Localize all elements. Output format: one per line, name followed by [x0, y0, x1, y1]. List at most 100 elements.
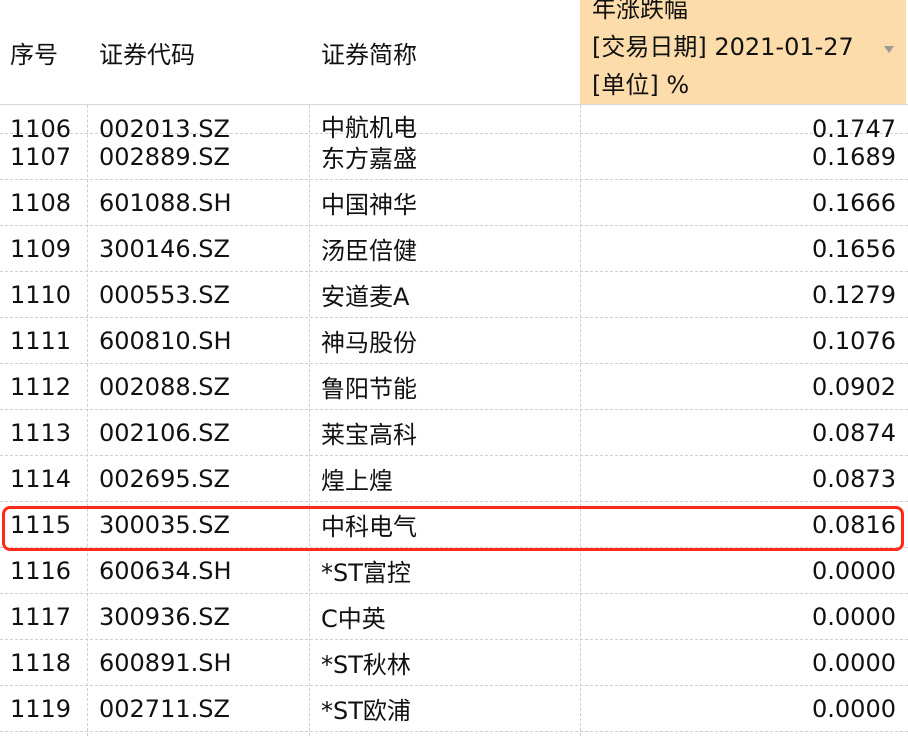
security-code-cell-text: 300936.SZ [99, 602, 230, 631]
security-code-cell-text: 002695.SZ [99, 464, 230, 493]
row-index-cell-text: 1112 [10, 372, 72, 401]
security-code-cell: 300035.SZ [99, 502, 230, 547]
header-metric-title: 年涨跌幅 [592, 0, 688, 23]
row-index-cell: 1119 [10, 686, 71, 731]
table-row[interactable]: 1107 002889.SZ 东方嘉盛 0.1689 [0, 134, 908, 180]
annual-change-cell-text: 0.1656 [812, 234, 896, 263]
table-row[interactable]: 1111 600810.SH 神马股份 0.1076 [0, 318, 908, 364]
security-name-cell-text: 东方嘉盛 [321, 145, 417, 173]
annual-change-cell: 0.0000 [812, 548, 896, 593]
table-row[interactable]: 1108 601088.SH 中国神华 0.1666 [0, 180, 908, 226]
security-name-cell-text: *ST秋林 [321, 651, 411, 679]
security-code-cell-text: 002889.SZ [99, 142, 230, 171]
table-row[interactable]: 1117 300936.SZ C中英 0.0000 [0, 594, 908, 640]
header-index-label: 序号 [10, 40, 58, 69]
data-table: 1106 002013.SZ 中航机电 0.1747 1107 002889.SZ 东方嘉盛… [0, 0, 908, 736]
table-row[interactable]: 1109 300146.SZ 汤臣倍健 0.1656 [0, 226, 908, 272]
header-code[interactable]: 证券代码 [99, 0, 309, 104]
dropdown-triangle-icon[interactable] [884, 46, 894, 53]
table-row[interactable]: 1118 600891.SH *ST秋林 0.0000 [0, 640, 908, 686]
security-name-cell-text: C中英 [321, 605, 386, 633]
row-index-cell: 1107 [10, 134, 71, 179]
header-name-label: 证券简称 [321, 40, 417, 69]
security-code-cell: 002695.SZ [99, 456, 230, 501]
header-metric-unit: [单位] % [592, 71, 690, 99]
annual-change-cell: 0.0902 [812, 364, 896, 409]
row-index-cell: 1109 [10, 226, 71, 271]
row-index-cell: 1112 [10, 364, 71, 409]
row-index-cell-text: 1109 [10, 234, 72, 263]
row-index-cell-text: 1111 [10, 326, 72, 355]
security-name-cell: 汤臣倍健 [321, 226, 417, 271]
row-index-cell: 1114 [10, 456, 71, 501]
security-name-cell-text: 中国神华 [321, 191, 417, 219]
security-name-cell-text: *ST欧浦 [321, 697, 411, 725]
row-index-cell-text: 1116 [10, 556, 72, 585]
annual-change-cell: 0.0873 [812, 456, 896, 501]
security-code-cell: 601088.SH [99, 180, 232, 225]
security-name-cell: 东方嘉盛 [321, 134, 417, 179]
row-index-cell: 1117 [10, 594, 71, 639]
security-name-cell: 神马股份 [321, 318, 417, 363]
table-row[interactable]: 1119 002711.SZ *ST欧浦 0.0000 [0, 686, 908, 732]
table-row[interactable]: 1115 300035.SZ 中科电气 0.0816 [0, 502, 908, 548]
security-code-cell: 300146.SZ [99, 226, 230, 271]
annual-change-cell-text: 0.1279 [812, 280, 896, 309]
security-name-cell-text: 安道麦A [321, 283, 410, 311]
row-index-cell: 1113 [10, 410, 71, 455]
annual-change-cell-text: 0.1666 [812, 188, 896, 217]
row-index-cell: 1108 [10, 180, 71, 225]
security-name-cell: 煌上煌 [321, 456, 393, 501]
security-code-cell: 600891.SH [99, 640, 232, 685]
security-name-cell: *ST欧浦 [321, 686, 411, 731]
row-index-cell-text: 1110 [10, 280, 72, 309]
table-header: 序号 证券代码 证券简称 年涨跌幅 [交易日期] 2021-01-27 [单位]… [0, 0, 908, 105]
row-index-cell: 1110 [10, 272, 71, 317]
header-code-label: 证券代码 [99, 40, 195, 69]
security-code-cell-text: 300146.SZ [99, 234, 230, 263]
security-code-cell-text: 600634.SH [99, 556, 232, 585]
annual-change-cell-text: 0.0000 [812, 556, 896, 585]
security-name-cell: 莱宝高科 [321, 410, 417, 455]
header-name[interactable]: 证券简称 [321, 0, 580, 104]
security-name-cell: 鲁阳节能 [321, 364, 417, 409]
annual-change-cell: 0.1689 [812, 134, 896, 179]
security-code-cell-text: 002711.SZ [99, 694, 230, 723]
security-code-cell: 002106.SZ [99, 410, 230, 455]
security-code-cell: 600634.SH [99, 548, 232, 593]
table-row[interactable]: 1112 002088.SZ 鲁阳节能 0.0902 [0, 364, 908, 410]
table-row[interactable]: 1116 600634.SH *ST富控 0.0000 [0, 548, 908, 594]
row-index-cell: 1111 [10, 318, 71, 363]
table-row[interactable]: 1114 002695.SZ 煌上煌 0.0873 [0, 456, 908, 502]
annual-change-cell: 0.1656 [812, 226, 896, 271]
row-index-cell-text: 1117 [10, 602, 72, 631]
security-name-cell: C中英 [321, 594, 386, 639]
table-row[interactable]: 1113 002106.SZ 莱宝高科 0.0874 [0, 410, 908, 456]
security-code-cell-text: 002088.SZ [99, 372, 230, 401]
annual-change-cell: 0.1076 [812, 318, 896, 363]
security-name-cell-text: *ST富控 [321, 559, 411, 587]
annual-change-cell: 0.0816 [812, 502, 896, 547]
security-name-cell-text: 中科电气 [321, 513, 417, 541]
annual-change-cell-text: 0.0000 [812, 694, 896, 723]
security-code-cell: 600810.SH [99, 318, 232, 363]
table-row[interactable]: 1110 000553.SZ 安道麦A 0.1279 [0, 272, 908, 318]
header-index[interactable]: 序号 [10, 0, 87, 104]
annual-change-cell-text: 0.0902 [812, 372, 896, 401]
annual-change-cell: 0.0000 [812, 686, 896, 731]
annual-change-cell-text: 0.1689 [812, 142, 896, 171]
security-code-cell: 300936.SZ [99, 594, 230, 639]
annual-change-cell-text: 0.0000 [812, 602, 896, 631]
annual-change-cell: 0.1279 [812, 272, 896, 317]
security-name-cell-text: 汤臣倍健 [321, 237, 417, 265]
security-code-cell-text: 000553.SZ [99, 280, 230, 309]
security-code-cell-text: 300035.SZ [99, 510, 230, 539]
annual-change-cell-text: 0.1076 [812, 326, 896, 355]
security-name-cell: 中国神华 [321, 180, 417, 225]
annual-change-cell-text: 0.0874 [812, 418, 896, 447]
security-name-cell-text: 鲁阳节能 [321, 375, 417, 403]
security-name-cell: 安道麦A [321, 272, 409, 317]
security-name-cell-text: 神马股份 [321, 329, 417, 357]
security-code-cell-text: 600891.SH [99, 648, 232, 677]
header-annual-change[interactable]: 年涨跌幅 [交易日期] 2021-01-27 [单位] % [580, 0, 906, 104]
